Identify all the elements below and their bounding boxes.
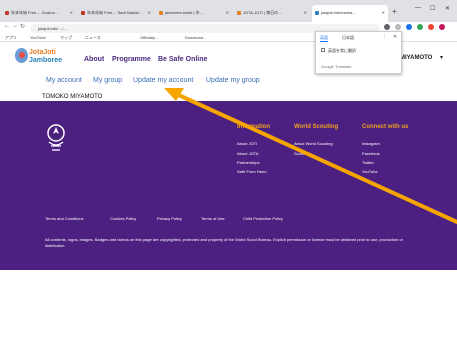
annotation-arrow xyxy=(164,88,457,224)
